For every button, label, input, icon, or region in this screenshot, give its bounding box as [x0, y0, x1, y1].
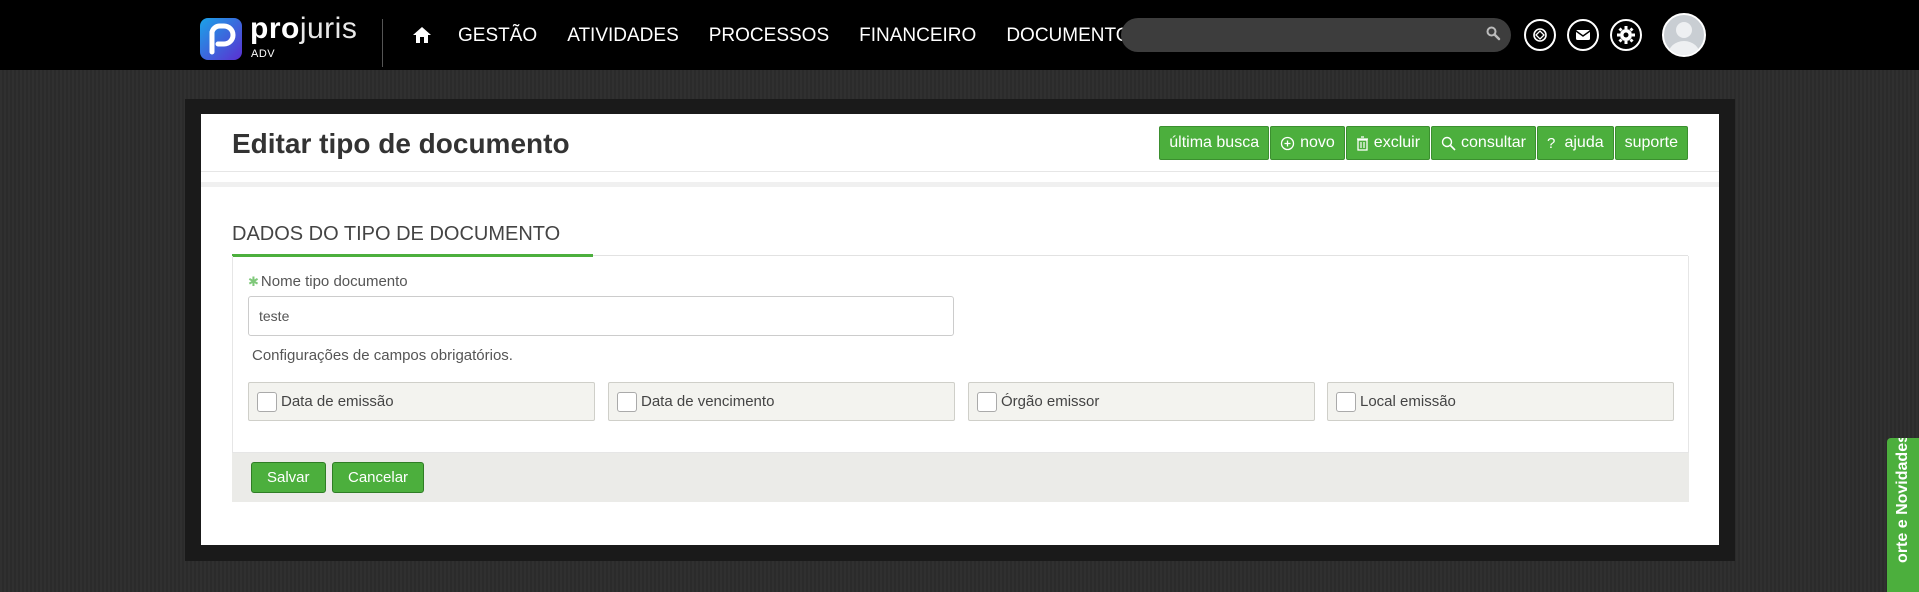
- brand-name: projuris: [250, 12, 358, 45]
- page-title: Editar tipo de documento: [232, 128, 570, 159]
- consult-label: consultar: [1461, 134, 1526, 151]
- main-nav: GESTÃO ATIVIDADES PROCESSOS FINANCEIRO D…: [458, 24, 1173, 48]
- home-icon[interactable]: [412, 25, 432, 45]
- new-label: novo: [1300, 134, 1335, 151]
- toolbar: última busca novo excluir consultar ? aj…: [1158, 126, 1688, 160]
- question-icon: ?: [1546, 134, 1560, 152]
- checkbox-square[interactable]: [1336, 391, 1356, 412]
- projuris-logo-icon[interactable]: [200, 18, 242, 60]
- nav-item-atividades[interactable]: ATIVIDADES: [567, 24, 679, 48]
- search-input[interactable]: [1121, 18, 1511, 52]
- checkbox-issuing-body[interactable]: Órgão emissor: [968, 382, 1315, 421]
- checkbox-label: Data de emissão: [281, 393, 394, 410]
- chat-icon[interactable]: [1524, 19, 1556, 51]
- checkbox-square[interactable]: [617, 391, 637, 412]
- main-panel: Editar tipo de documento última busca no…: [201, 114, 1719, 545]
- nav-item-financeiro[interactable]: FINANCEIRO: [859, 24, 976, 48]
- checkbox-issue-place[interactable]: Local emissão: [1327, 382, 1674, 421]
- support-label: suporte: [1624, 134, 1678, 151]
- top-navigation-bar: projuris ADV GESTÃO ATIVIDADES PROCESSOS…: [0, 0, 1919, 70]
- document-type-name-input[interactable]: [248, 296, 954, 336]
- new-button[interactable]: novo: [1270, 126, 1345, 160]
- section-title: DADOS DO TIPO DE DOCUMENTO: [232, 223, 561, 245]
- help-label: ajuda: [1564, 134, 1604, 151]
- avatar[interactable]: [1662, 13, 1706, 57]
- checkbox-label: Órgão emissor: [1001, 393, 1100, 410]
- checkbox-label: Data de vencimento: [641, 393, 775, 410]
- nav-item-processos[interactable]: PROCESSOS: [709, 24, 829, 48]
- last-search-label: última busca: [1169, 134, 1260, 151]
- trash-icon: [1356, 135, 1368, 151]
- save-button[interactable]: Salvar: [251, 462, 326, 493]
- plus-circle-icon: [1280, 136, 1295, 150]
- search-icon[interactable]: [1485, 25, 1501, 41]
- required-fields-caption: Configurações de campos obrigatórios.: [252, 347, 513, 364]
- settings-icon[interactable]: [1610, 19, 1642, 51]
- name-label-text: Nome tipo documento: [260, 273, 408, 290]
- header-divider: [382, 19, 383, 67]
- help-button[interactable]: ? ajuda: [1536, 126, 1614, 160]
- delete-button[interactable]: excluir: [1345, 126, 1431, 160]
- checkbox-label: Local emissão: [1360, 393, 1456, 410]
- cancel-button[interactable]: Cancelar: [332, 462, 425, 493]
- checkbox-square[interactable]: [977, 391, 997, 412]
- name-field-label: ✱ Nome tipo documento: [248, 273, 408, 290]
- last-search-button[interactable]: última busca: [1159, 126, 1270, 160]
- header-separator: [201, 182, 1719, 187]
- checkbox-due-date[interactable]: Data de vencimento: [608, 382, 955, 421]
- checkbox-square[interactable]: [257, 391, 277, 412]
- checkbox-issue-date[interactable]: Data de emissão: [248, 382, 595, 421]
- form-actions-bar: [232, 453, 1689, 502]
- support-button[interactable]: suporte: [1614, 126, 1688, 160]
- required-asterisk-icon: ✱: [248, 274, 259, 289]
- support-news-tab[interactable]: orte e Novidades: [1887, 438, 1919, 592]
- nav-item-gestao[interactable]: GESTÃO: [458, 24, 537, 48]
- magnifier-icon: [1441, 136, 1456, 151]
- mail-icon[interactable]: [1567, 19, 1599, 51]
- delete-label: excluir: [1373, 134, 1421, 151]
- consult-button[interactable]: consultar: [1431, 126, 1536, 160]
- page-header: Editar tipo de documento última busca no…: [201, 114, 1719, 172]
- brand-subtitle: ADV: [251, 48, 276, 60]
- support-news-label: orte e Novidades: [1894, 438, 1911, 563]
